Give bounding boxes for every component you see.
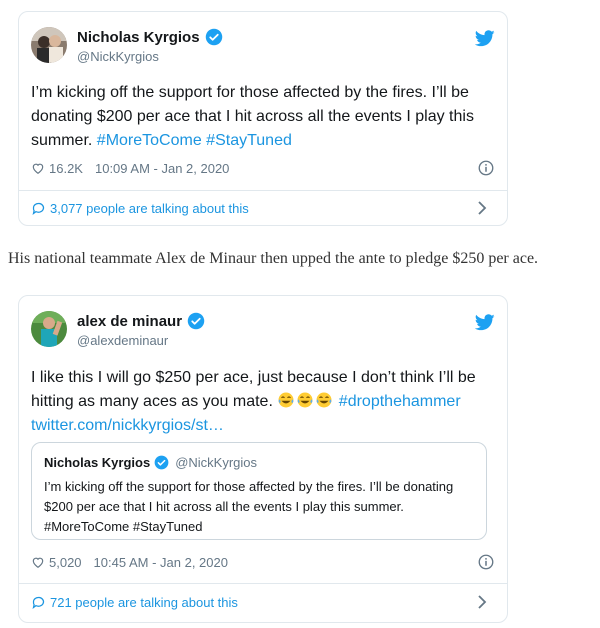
author-name[interactable]: alex de minaur: [77, 313, 182, 330]
author-name[interactable]: Nicholas Kyrgios: [77, 29, 200, 46]
avatar[interactable]: [31, 311, 67, 347]
hashtags-link[interactable]: #MoreToCome #StayTuned: [97, 132, 292, 149]
like-count[interactable]: 16.2K: [49, 161, 83, 176]
conversation-count[interactable]: 3,077 people are talking about this: [50, 201, 249, 216]
info-icon[interactable]: [477, 553, 495, 571]
tweet-header: alex de minaur @alexdeminaur: [31, 311, 495, 351]
conversation-count[interactable]: 721 people are talking about this: [50, 595, 238, 610]
quoted-url-link[interactable]: twitter.com/nickkyrgios/st…: [31, 417, 224, 434]
author-handle[interactable]: @NickKyrgios: [77, 49, 159, 64]
divider: [19, 583, 507, 584]
author-handle[interactable]: @alexdeminaur: [77, 333, 168, 348]
tears-of-joy-emoji-icon: [316, 392, 332, 408]
tears-of-joy-emoji-icon: [278, 392, 294, 408]
timestamp[interactable]: 10:09 AM - Jan 2, 2020: [95, 161, 229, 176]
verified-badge-icon: [205, 28, 222, 46]
tweet-text: I like this I will go $250 per ace, just…: [31, 366, 493, 438]
quoted-tweet-text: I’m kicking off the support for those af…: [44, 479, 454, 534]
quoted-author-name[interactable]: Nicholas Kyrgios: [44, 455, 150, 470]
tweet-header: Nicholas Kyrgios @NickKyrgios: [31, 27, 495, 67]
article-paragraph: His national teammate Alex de Minaur the…: [8, 250, 539, 267]
twitter-bird-icon[interactable]: [475, 30, 495, 47]
divider: [19, 190, 507, 191]
quoted-tweet-header: Nicholas Kyrgios @NickKyrgios: [44, 455, 257, 470]
quoted-author-handle[interactable]: @NickKyrgios: [175, 455, 257, 470]
verified-badge-icon: [187, 312, 205, 330]
tweet-meta: 5,020 10:45 AM - Jan 2, 2020: [31, 552, 495, 572]
conversation-link[interactable]: 3,077 people are talking about this: [31, 198, 495, 218]
heart-icon[interactable]: [31, 555, 45, 569]
chevron-right-icon[interactable]: [477, 201, 487, 215]
avatar[interactable]: [31, 27, 67, 63]
speech-bubble-icon: [32, 596, 45, 609]
tears-of-joy-emoji-icon: [297, 392, 313, 408]
tweet-meta: 16.2K 10:09 AM - Jan 2, 2020: [31, 158, 495, 178]
tweet-card-kyrgios[interactable]: Nicholas Kyrgios @NickKyrgios I’m kickin…: [18, 11, 508, 226]
like-count[interactable]: 5,020: [49, 555, 82, 570]
tweet-card-deminaur[interactable]: alex de minaur @alexdeminaur I like this…: [18, 295, 508, 623]
hashtag-link[interactable]: #dropthehammer: [339, 393, 461, 410]
heart-icon[interactable]: [31, 161, 45, 175]
tweet-text: I’m kicking off the support for those af…: [31, 81, 493, 153]
chevron-right-icon[interactable]: [477, 595, 487, 609]
verified-badge-icon: [154, 455, 169, 470]
timestamp[interactable]: 10:45 AM - Jan 2, 2020: [94, 555, 228, 570]
quoted-tweet[interactable]: Nicholas Kyrgios @NickKyrgios I’m kickin…: [31, 442, 487, 540]
twitter-bird-icon[interactable]: [475, 314, 495, 331]
speech-bubble-icon: [32, 202, 45, 215]
info-icon[interactable]: [477, 159, 495, 177]
conversation-link[interactable]: 721 people are talking about this: [31, 592, 495, 612]
